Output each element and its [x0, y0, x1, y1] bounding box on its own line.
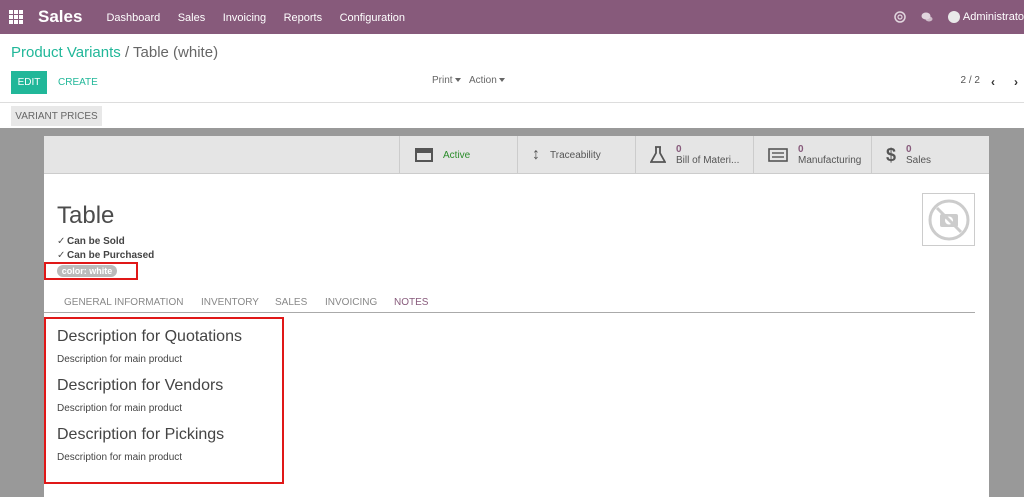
tab-invoicing[interactable]: INVOICING	[325, 297, 377, 308]
breadcrumb: Product Variants / Table (white)	[11, 44, 218, 61]
action-label: Action	[469, 75, 497, 86]
support-icon[interactable]	[894, 11, 906, 23]
vertical-arrows-icon: ↕	[532, 146, 540, 163]
checkmark-icon: ✓	[57, 236, 66, 247]
form-sheet: Active ↕ Traceability 0 Bill of Materi...…	[44, 136, 989, 497]
no-camera-icon	[928, 199, 969, 240]
caret-down-icon	[454, 78, 461, 83]
print-dropdown[interactable]: Print	[432, 75, 461, 86]
top-navbar: Sales Dashboard Sales Invoicing Reports …	[0, 0, 1024, 34]
traceability-button[interactable]: ↕ Traceability	[517, 136, 635, 174]
breadcrumb-current: Table (white)	[133, 44, 219, 61]
pager-previous-icon[interactable]: ‹	[991, 75, 995, 89]
active-button[interactable]: Active	[399, 136, 517, 174]
checkmark-icon: ✓	[57, 250, 66, 261]
divider	[0, 102, 1024, 103]
highlight-box	[44, 317, 284, 484]
bom-count: 0	[676, 144, 682, 155]
pager-value[interactable]: 2 / 2	[961, 75, 980, 86]
menu-sales[interactable]: Sales	[178, 12, 206, 24]
breadcrumb-separator: /	[124, 44, 130, 61]
dollar-icon: $	[886, 144, 897, 165]
bom-label: Bill of Materi...	[676, 155, 740, 166]
main-menu: Dashboard Sales Invoicing Reports Config…	[106, 8, 418, 26]
can-be-sold-checkbox[interactable]: ✓ Can be Sold	[57, 236, 125, 247]
menu-invoicing[interactable]: Invoicing	[223, 12, 266, 24]
tab-sales[interactable]: SALES	[275, 297, 307, 308]
manufacturing-count: 0	[798, 144, 804, 155]
sales-text: 0 Sales	[906, 144, 931, 166]
create-button[interactable]: CREATE	[58, 77, 98, 88]
manufacturing-label: Manufacturing	[798, 155, 862, 166]
bom-text: 0 Bill of Materi...	[676, 144, 739, 166]
print-label: Print	[432, 75, 453, 86]
app-name: Sales	[38, 7, 83, 26]
bill-of-materials-button[interactable]: 0 Bill of Materi...	[635, 136, 753, 174]
can-be-purchased-label: Can be Purchased	[67, 250, 155, 261]
manufacturing-text: 0 Manufacturing	[798, 144, 861, 166]
apps-icon[interactable]	[9, 10, 23, 24]
tab-notes[interactable]: NOTES	[394, 297, 428, 308]
chat-icon[interactable]	[921, 11, 933, 23]
topbar-right: Administrato	[894, 0, 1024, 34]
product-image[interactable]	[922, 193, 975, 246]
breadcrumb-product-variants[interactable]: Product Variants	[11, 44, 121, 61]
can-be-sold-label: Can be Sold	[67, 236, 125, 247]
action-dropdown[interactable]: Action	[469, 75, 505, 86]
flask-icon	[650, 146, 666, 163]
edit-button[interactable]: EDIT	[11, 71, 47, 94]
traceability-label: Traceability	[550, 149, 601, 161]
menu-reports[interactable]: Reports	[284, 12, 323, 24]
tab-inventory[interactable]: INVENTORY	[201, 297, 259, 308]
caret-down-icon	[498, 78, 505, 83]
notebook-tabs: GENERAL INFORMATION INVENTORY SALES INVO…	[44, 295, 975, 313]
user-menu[interactable]: Administrato	[963, 11, 1024, 23]
archive-icon	[415, 148, 433, 162]
list-icon	[768, 148, 788, 162]
avatar-icon[interactable]	[947, 11, 960, 23]
variant-prices-button[interactable]: VARIANT PRICES	[11, 106, 102, 126]
menu-dashboard[interactable]: Dashboard	[106, 12, 160, 24]
pager-next-icon[interactable]: ›	[1014, 75, 1018, 89]
sales-count: 0	[906, 144, 912, 155]
menu-configuration[interactable]: Configuration	[340, 12, 405, 24]
can-be-purchased-checkbox[interactable]: ✓ Can be Purchased	[57, 250, 154, 261]
sales-label: Sales	[906, 155, 932, 166]
manufacturing-button[interactable]: 0 Manufacturing	[753, 136, 871, 174]
active-label: Active	[443, 149, 471, 161]
tab-general-information[interactable]: GENERAL INFORMATION	[64, 297, 183, 308]
sales-button[interactable]: $ 0 Sales	[871, 136, 989, 174]
product-name: Table	[57, 202, 115, 229]
smart-button-bar: Active ↕ Traceability 0 Bill of Materi...…	[44, 136, 989, 174]
highlight-box	[44, 262, 138, 280]
